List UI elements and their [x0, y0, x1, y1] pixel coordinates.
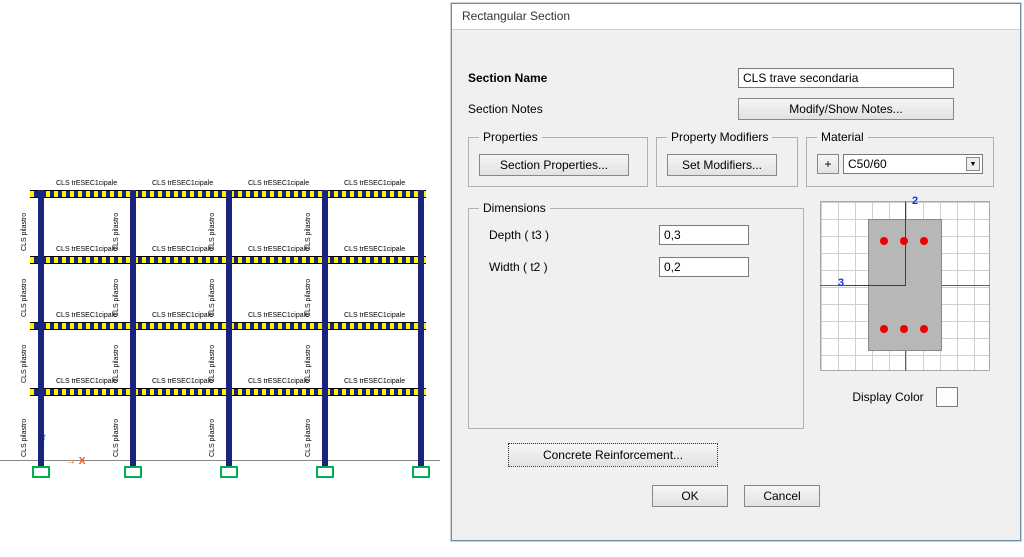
material-legend: Material [817, 130, 868, 144]
beam-label: CLS trESEC1cipale [248, 246, 309, 253]
support [220, 466, 238, 478]
column-label: CLS pilastro [305, 419, 312, 457]
preview-panel: 2 3 Display Color [820, 201, 990, 429]
column-label: CLS pilastro [21, 213, 28, 251]
column-label: CLS pilastro [305, 345, 312, 383]
structural-frame: CLS trESEC1cipale CLS trESEC1cipale CLS … [30, 190, 430, 480]
section-notes-label: Section Notes [468, 102, 738, 116]
section-name-input[interactable] [738, 68, 954, 88]
column-label: CLS pilastro [113, 213, 120, 251]
dialog-title: Rectangular Section [452, 4, 1020, 30]
beam-label: CLS trESEC1cipale [56, 246, 117, 253]
set-modifiers-button[interactable]: Set Modifiers... [667, 154, 777, 176]
beam-label: CLS trESEC1cipale [152, 312, 213, 319]
section-name-label: Section Name [468, 71, 738, 85]
section-preview: 2 3 [820, 201, 990, 371]
chevron-down-icon: ▼ [966, 157, 980, 171]
support [32, 466, 50, 478]
column [130, 190, 136, 466]
column-label: CLS pilastro [113, 279, 120, 317]
display-color-swatch[interactable] [936, 387, 958, 407]
width-input[interactable] [659, 257, 749, 277]
column [418, 190, 424, 466]
beam-label: CLS trESEC1cipale [152, 180, 213, 187]
material-group: Material + C50/60 ▼ [806, 130, 994, 187]
material-value: C50/60 [848, 157, 887, 171]
width-label: Width ( t2 ) [479, 260, 659, 274]
concrete-reinforcement-button[interactable]: Concrete Reinforcement... [508, 443, 718, 467]
rebar-icon [900, 237, 908, 245]
material-add-button[interactable]: + [817, 154, 839, 174]
model-viewport: → X ↑ CLS trESEC1cipale CLS trESEC1cipal… [0, 0, 1024, 557]
support [412, 466, 430, 478]
beam-label: CLS trESEC1cipale [248, 312, 309, 319]
column-label: CLS pilastro [209, 345, 216, 383]
depth-input[interactable] [659, 225, 749, 245]
beam-label: CLS trESEC1cipale [344, 378, 405, 385]
dimensions-group: Dimensions Depth ( t3 ) Width ( t2 ) [468, 201, 804, 429]
beam-label: CLS trESEC1cipale [56, 312, 117, 319]
column-label: CLS pilastro [209, 279, 216, 317]
beam-label: CLS trESEC1cipale [344, 312, 405, 319]
beam-label: CLS trESEC1cipale [248, 378, 309, 385]
modify-show-notes-button[interactable]: Modify/Show Notes... [738, 98, 954, 120]
beam-label: CLS trESEC1cipale [56, 378, 117, 385]
ok-button[interactable]: OK [652, 485, 728, 507]
column-label: CLS pilastro [113, 419, 120, 457]
column-label: CLS pilastro [305, 279, 312, 317]
column [226, 190, 232, 466]
beam-label: CLS trESEC1cipale [152, 378, 213, 385]
column-label: CLS pilastro [21, 345, 28, 383]
rebar-icon [880, 325, 888, 333]
modifiers-legend: Property Modifiers [667, 130, 772, 144]
rebar-icon [920, 237, 928, 245]
column-label: CLS pilastro [305, 213, 312, 251]
rebar-icon [920, 325, 928, 333]
depth-label: Depth ( t3 ) [479, 228, 659, 242]
support [316, 466, 334, 478]
column-label: CLS pilastro [21, 419, 28, 457]
support [124, 466, 142, 478]
preview-axis-3 [846, 285, 906, 286]
axis-2-label: 2 [912, 195, 918, 207]
column-label: CLS pilastro [21, 279, 28, 317]
beam-label: CLS trESEC1cipale [344, 246, 405, 253]
column [38, 190, 44, 466]
dimensions-legend: Dimensions [479, 201, 550, 215]
column-label: CLS pilastro [209, 419, 216, 457]
rebar-icon [900, 325, 908, 333]
beam-label: CLS trESEC1cipale [344, 180, 405, 187]
property-modifiers-group: Property Modifiers Set Modifiers... [656, 130, 798, 187]
beam-label: CLS trESEC1cipale [248, 180, 309, 187]
properties-group: Properties Section Properties... [468, 130, 648, 187]
column-label: CLS pilastro [209, 213, 216, 251]
beam-label: CLS trESEC1cipale [152, 246, 213, 253]
properties-legend: Properties [479, 130, 542, 144]
material-dropdown[interactable]: C50/60 ▼ [843, 154, 983, 174]
rectangular-section-dialog: Rectangular Section Section Name Section… [451, 3, 1021, 541]
column-label: CLS pilastro [113, 345, 120, 383]
axis-3-label: 3 [838, 277, 844, 289]
display-color-label: Display Color [852, 390, 923, 404]
rebar-icon [880, 237, 888, 245]
beam-label: CLS trESEC1cipale [56, 180, 117, 187]
column [322, 190, 328, 466]
cancel-button[interactable]: Cancel [744, 485, 820, 507]
section-properties-button[interactable]: Section Properties... [479, 154, 629, 176]
